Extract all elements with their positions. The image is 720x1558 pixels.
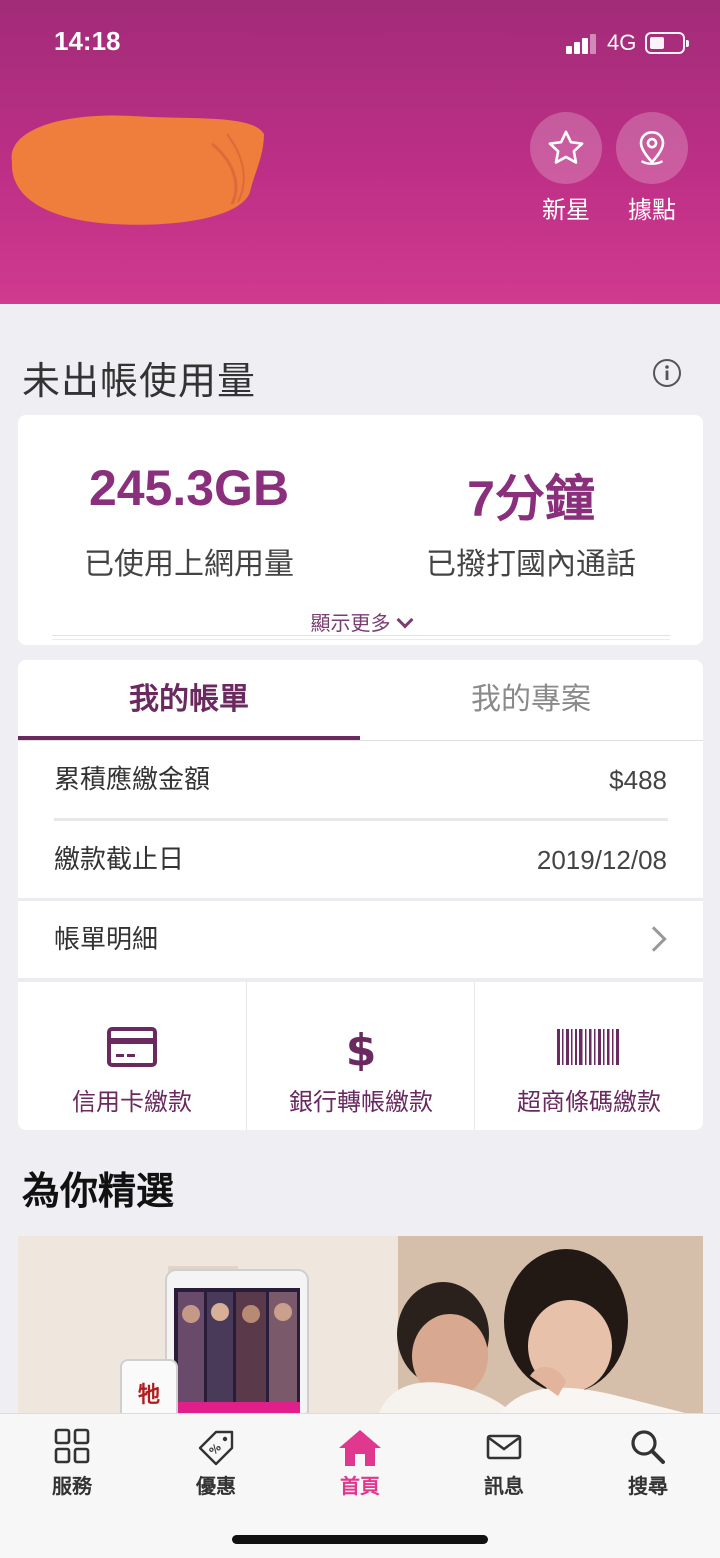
amount-due-value: $488 [609, 765, 667, 795]
tab-bar-messages-label: 訊息 [484, 1474, 524, 1498]
banner-phone-text: 牠 [138, 1382, 160, 1408]
due-date-value: 2019/12/08 [536, 845, 667, 875]
bank-transfer-payment-button[interactable]: $ 銀行轉帳繳款 [247, 982, 475, 1130]
search-icon [631, 1430, 665, 1464]
redacted-account-name [11, 115, 264, 225]
bill-details-label: 帳單明細 [54, 925, 159, 955]
tab-bar-offers-label: 優惠 [196, 1474, 236, 1498]
location-pin-icon [639, 130, 665, 165]
signal-icon [566, 32, 600, 54]
tab-bar-search-label: 搜尋 [628, 1474, 668, 1498]
tab-bar-home[interactable]: 首頁 [288, 1414, 432, 1514]
amount-due-label: 累積應繳金額 [54, 765, 211, 795]
tab-bar-search[interactable]: 搜尋 [576, 1414, 720, 1514]
dollar-icon: $ [346, 1025, 376, 1071]
bill-details-row[interactable]: 帳單明細 [18, 900, 703, 980]
amount-due-row: 累積應繳金額 $488 [18, 740, 703, 820]
tab-bar-messages[interactable]: 訊息 [432, 1414, 576, 1514]
locations-label: 據點 [628, 196, 676, 224]
battery-icon [645, 32, 689, 54]
star-icon [548, 130, 584, 164]
tab-my-plan[interactable]: 我的專案 [360, 660, 702, 740]
tab-bar-services[interactable]: 服務 [0, 1414, 144, 1514]
tab-bar-home-label: 首頁 [340, 1474, 380, 1498]
data-usage-value: 245.3GB [88, 460, 290, 516]
mail-icon [486, 1434, 522, 1460]
network-type: 4G [607, 30, 637, 55]
home-indicator [232, 1535, 488, 1544]
show-more-label: 顯示更多 [310, 611, 391, 635]
usage-section-title: 未出帳使用量 [22, 359, 257, 403]
picks-section-title: 為你精選 [22, 1169, 175, 1213]
convenience-store-payment-button[interactable]: 超商條碼繳款 [475, 982, 703, 1130]
coupon-icon: % [198, 1430, 234, 1466]
bill-card: 我的帳單 我的專案 累積應繳金額 $488 繳款截止日 2019/12/08 帳… [18, 660, 703, 1130]
promo-banner[interactable]: 牠 [18, 1236, 703, 1416]
convenience-store-payment-label: 超商條碼繳款 [517, 1088, 661, 1116]
status-bar: 14:18 4G [0, 0, 720, 88]
bank-transfer-payment-label: 銀行轉帳繳款 [289, 1088, 433, 1116]
chevron-down-icon [396, 611, 413, 629]
new-star-label: 新星 [542, 196, 590, 224]
data-usage-label: 已使用上網用量 [84, 547, 294, 582]
credit-card-payment-button[interactable]: 信用卡繳款 [18, 982, 246, 1130]
home-icon [339, 1430, 381, 1466]
tab-bar-services-label: 服務 [52, 1474, 92, 1498]
credit-card-payment-label: 信用卡繳款 [72, 1088, 192, 1116]
due-date-row: 繳款截止日 2019/12/08 [18, 820, 703, 900]
locations-button[interactable] [616, 112, 688, 184]
header: 14:18 4G 新星 據點 [0, 0, 720, 304]
call-usage-label: 已撥打國內通話 [426, 547, 636, 582]
svg-text:%: % [207, 1441, 224, 1458]
status-time: 14:18 [54, 26, 121, 56]
chevron-right-icon [641, 926, 667, 952]
grid-icon [54, 1428, 90, 1464]
call-usage-value: 7分鐘 [467, 471, 595, 527]
tab-my-bill[interactable]: 我的帳單 [18, 660, 360, 740]
usage-card: 245.3GB 已使用上網用量 7分鐘 已撥打國內通話 顯示更多 [18, 415, 703, 645]
promo-banner-image: 牠 [18, 1236, 703, 1416]
info-icon[interactable] [652, 358, 682, 388]
due-date-label: 繳款截止日 [54, 845, 185, 875]
svg-text:$: $ [346, 1025, 376, 1071]
show-more-button[interactable]: 顯示更多 [18, 607, 703, 636]
credit-card-icon [107, 1027, 157, 1067]
new-star-button[interactable] [530, 112, 602, 184]
barcode-icon [557, 1029, 619, 1065]
tab-bar-offers[interactable]: % 優惠 [144, 1414, 288, 1514]
